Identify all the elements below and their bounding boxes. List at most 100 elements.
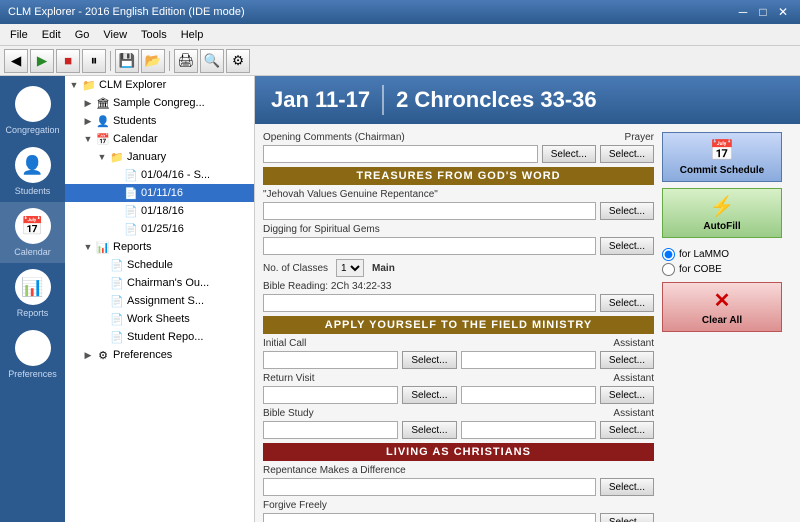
- autofill-button[interactable]: ⚡ AutoFill: [662, 188, 782, 238]
- toolbar-search[interactable]: 🔍: [200, 49, 224, 73]
- clm-label: CLM Explorer: [99, 79, 166, 91]
- menu-edit[interactable]: Edit: [36, 27, 67, 43]
- expand-week0111[interactable]: [109, 186, 123, 200]
- forgive-select-button[interactable]: Select...: [600, 513, 654, 522]
- digging-select-button[interactable]: Select...: [600, 237, 654, 255]
- tree-item-week0125[interactable]: 📄 01/25/16: [65, 220, 254, 238]
- menu-help[interactable]: Help: [175, 27, 210, 43]
- toolbar-stop[interactable]: ■: [56, 49, 80, 73]
- talk1-select-button[interactable]: Select...: [600, 202, 654, 220]
- expand-week0125[interactable]: [109, 222, 123, 236]
- repentance-select-button[interactable]: Select...: [600, 478, 654, 496]
- expand-preferences[interactable]: ▶: [81, 348, 95, 362]
- expand-worksheets[interactable]: [95, 312, 109, 326]
- forgive-input[interactable]: [263, 513, 596, 522]
- tree-item-reports[interactable]: ▼ 📊 Reports: [65, 238, 254, 256]
- toolbar-save[interactable]: 💾: [115, 49, 139, 73]
- tree-item-preferences[interactable]: ▶ ⚙ Preferences: [65, 346, 254, 364]
- expand-week0118[interactable]: [109, 204, 123, 218]
- menu-view[interactable]: View: [97, 27, 133, 43]
- digging-input[interactable]: [263, 237, 596, 255]
- initial-call-input[interactable]: [263, 351, 398, 369]
- expand-assignment[interactable]: [95, 294, 109, 308]
- january-label: January: [127, 151, 166, 163]
- tree-item-week0104[interactable]: 📄 01/04/16 - S...: [65, 166, 254, 184]
- clear-all-button[interactable]: ✕ Clear All: [662, 282, 782, 332]
- bible-study-asst-input[interactable]: [461, 421, 596, 439]
- minimize-button[interactable]: ─: [734, 4, 752, 20]
- toolbar-play[interactable]: ▶: [30, 49, 54, 73]
- commit-icon: 📅: [710, 138, 735, 163]
- expand-calendar[interactable]: ▼: [81, 132, 95, 146]
- initial-call-asst-input[interactable]: [461, 351, 596, 369]
- radio-cobe[interactable]: [662, 263, 675, 276]
- bible-reading-select-button[interactable]: Select...: [600, 294, 654, 312]
- tree-item-january[interactable]: ▼ 📁 January: [65, 148, 254, 166]
- expand-sample[interactable]: ▶: [81, 96, 95, 110]
- initial-call-select-button[interactable]: Select...: [402, 351, 456, 369]
- toolbar-print[interactable]: 🖨: [174, 49, 198, 73]
- prayer-select-button[interactable]: Select...: [600, 145, 654, 163]
- bible-study-select-button[interactable]: Select...: [402, 421, 456, 439]
- expand-chairmans[interactable]: [95, 276, 109, 290]
- sidebar-item-reports[interactable]: 📊 Reports: [0, 263, 65, 324]
- initial-call-asst-select-button[interactable]: Select...: [600, 351, 654, 369]
- menu-file[interactable]: File: [4, 27, 34, 43]
- repentance-input[interactable]: [263, 478, 596, 496]
- sidebar-item-calendar[interactable]: 📅 Calendar: [0, 202, 65, 263]
- toolbar-settings[interactable]: ⚙: [226, 49, 250, 73]
- commit-schedule-button[interactable]: 📅 Commit Schedule: [662, 132, 782, 182]
- menu-go[interactable]: Go: [69, 27, 96, 43]
- tree-item-assignment-s[interactable]: 📄 Assignment S...: [65, 292, 254, 310]
- header-divider: [382, 85, 384, 115]
- toolbar-back[interactable]: ◀: [4, 49, 28, 73]
- tree-item-sample-congregation[interactable]: ▶ 🏛 Sample Congreg...: [65, 94, 254, 112]
- return-visit-asst-input[interactable]: [461, 386, 596, 404]
- no-classes-select[interactable]: 1 2: [336, 259, 364, 277]
- expand-week0104[interactable]: [109, 168, 123, 182]
- expand-schedule[interactable]: [95, 258, 109, 272]
- tree-item-week0111[interactable]: 📄 01/11/16: [65, 184, 254, 202]
- clm-folder-icon: 📁: [81, 78, 97, 92]
- sidebar-item-students[interactable]: 👤 Students: [0, 141, 65, 202]
- expand-january[interactable]: ▼: [95, 150, 109, 164]
- expand-students[interactable]: ▶: [81, 114, 95, 128]
- tree-item-chairmans[interactable]: 📄 Chairman's Ou...: [65, 274, 254, 292]
- expand-reports[interactable]: ▼: [81, 240, 95, 254]
- talk1-input[interactable]: [263, 202, 596, 220]
- tree-panel: ▼ 📁 CLM Explorer ▶ 🏛 Sample Congreg... ▶…: [65, 76, 255, 522]
- tree-item-calendar[interactable]: ▼ 📅 Calendar: [65, 130, 254, 148]
- menu-tools[interactable]: Tools: [135, 27, 173, 43]
- toolbar-pause[interactable]: ⏸: [82, 49, 106, 73]
- bible-study-input[interactable]: [263, 421, 398, 439]
- tree-item-week0118[interactable]: 📄 01/18/16: [65, 202, 254, 220]
- tree-item-worksheets[interactable]: 📄 Work Sheets: [65, 310, 254, 328]
- tree-item-clm-explorer[interactable]: ▼ 📁 CLM Explorer: [65, 76, 254, 94]
- return-visit-input[interactable]: [263, 386, 398, 404]
- tree-item-student-repo[interactable]: 📄 Student Repo...: [65, 328, 254, 346]
- return-visit-asst-select-button[interactable]: Select...: [600, 386, 654, 404]
- autofill-icon: ⚡: [710, 194, 735, 219]
- radio-group: for LaMMO for COBE: [662, 248, 792, 276]
- worksheets-icon: 📄: [109, 312, 125, 326]
- expand-clm[interactable]: ▼: [67, 78, 81, 92]
- toolbar-open[interactable]: 📂: [141, 49, 165, 73]
- opening-select-button[interactable]: Select...: [542, 145, 596, 163]
- return-visit-select-button[interactable]: Select...: [402, 386, 456, 404]
- sidebar-item-congregation[interactable]: 🏛 Congregation: [0, 80, 65, 141]
- chairmans-icon: 📄: [109, 276, 125, 290]
- bible-reading-label: Bible Reading: 2Ch 34:22-33: [263, 281, 654, 292]
- sidebar-item-preferences[interactable]: ⚙ Preferences: [0, 324, 65, 385]
- chairmans-label: Chairman's Ou...: [127, 277, 209, 289]
- bible-study-asst-select-button[interactable]: Select...: [600, 421, 654, 439]
- assistant-label2: Assistant: [613, 373, 654, 384]
- maximize-button[interactable]: □: [754, 4, 772, 20]
- expand-student-repo[interactable]: [95, 330, 109, 344]
- tree-item-schedule[interactable]: 📄 Schedule: [65, 256, 254, 274]
- opening-comments-input[interactable]: [263, 145, 538, 163]
- close-button[interactable]: ✕: [774, 4, 792, 20]
- radio-lammo[interactable]: [662, 248, 675, 261]
- tree-item-students[interactable]: ▶ 👤 Students: [65, 112, 254, 130]
- bible-reading-input[interactable]: [263, 294, 596, 312]
- forgive-label: Forgive Freely: [263, 500, 654, 511]
